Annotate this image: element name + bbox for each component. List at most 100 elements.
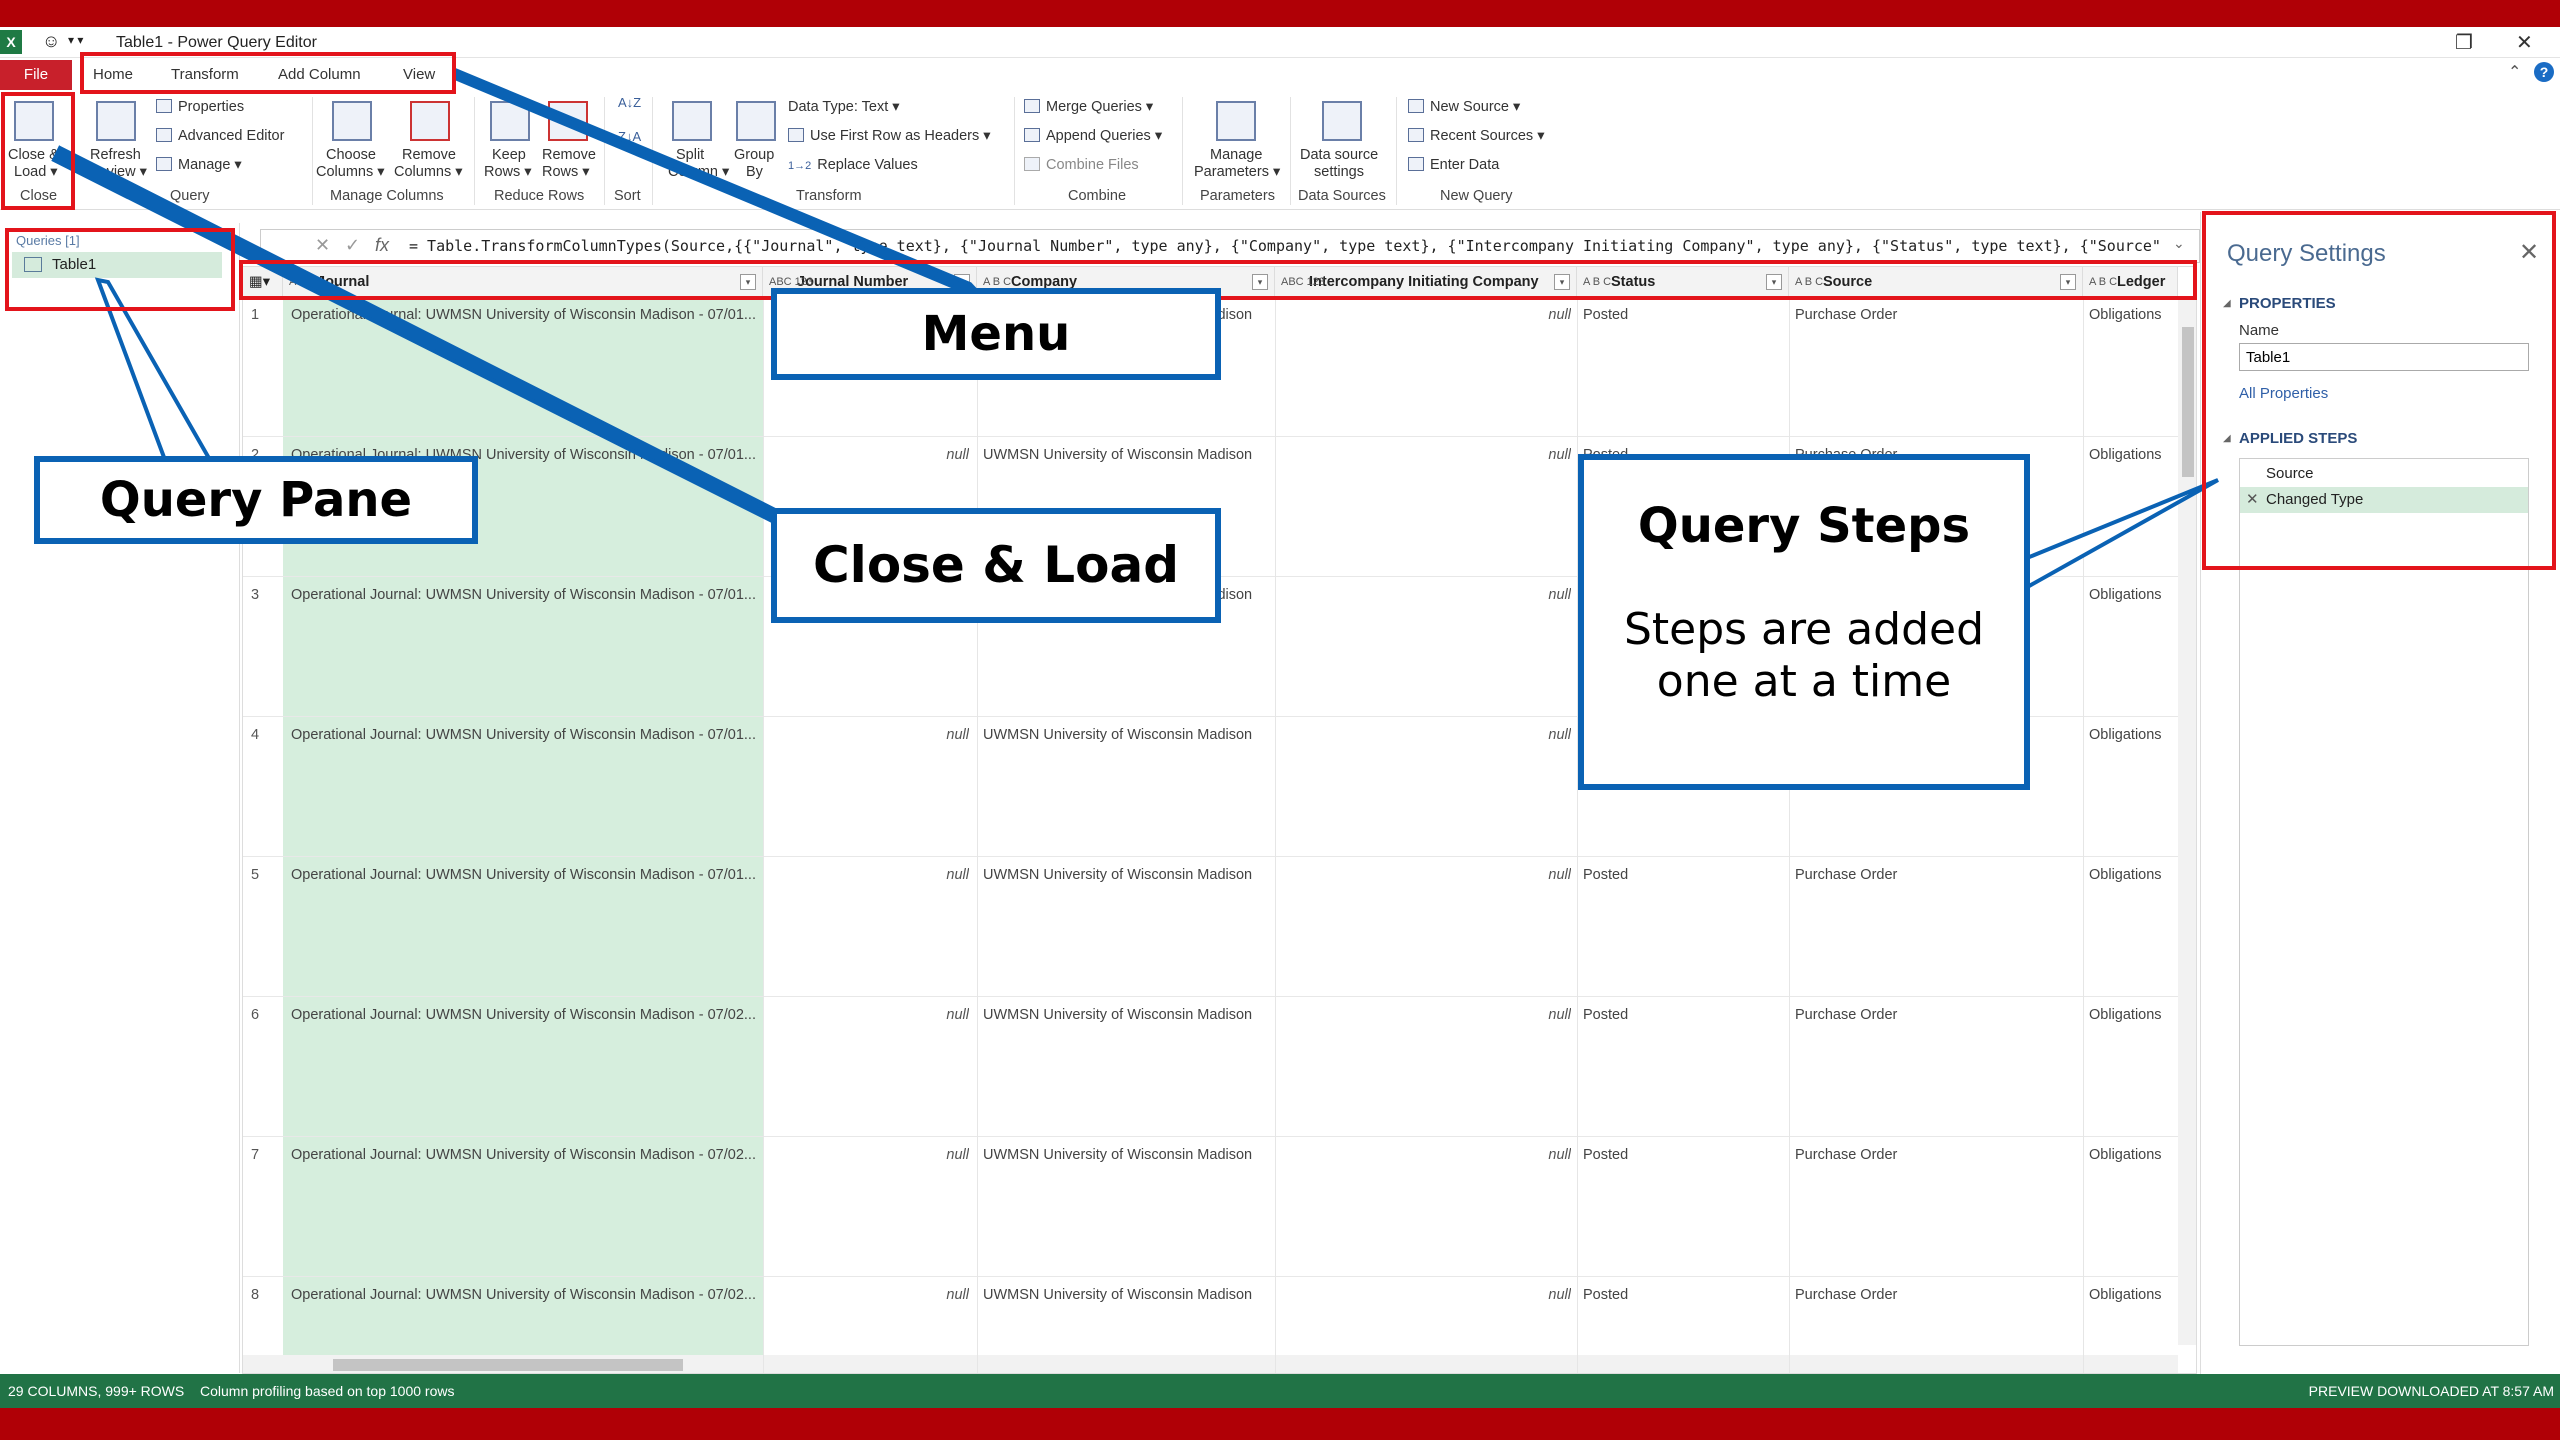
table-cell[interactable]: Operational Journal: UWMSN University of… xyxy=(291,867,759,883)
table-cell[interactable]: Operational Journal: UWMSN University of… xyxy=(291,1007,759,1023)
collapse-ribbon-icon[interactable]: ⌃ xyxy=(2508,62,2521,82)
data-source-settings-icon[interactable] xyxy=(1322,101,1362,141)
manage-button[interactable]: Manage ▾ xyxy=(156,157,242,173)
keep-rows-button[interactable]: Keep xyxy=(492,147,526,163)
profiling-status[interactable]: Column profiling based on top 1000 rows xyxy=(200,1374,455,1408)
sort-descending-icon[interactable]: Z↓A xyxy=(618,129,641,144)
table-cell[interactable]: Purchase Order xyxy=(1795,1147,2075,1163)
combine-files-button[interactable]: Combine Files xyxy=(1024,157,1139,173)
choose-columns-button-line2[interactable]: Columns ▾ xyxy=(316,164,385,180)
group-by-icon[interactable] xyxy=(736,101,776,141)
split-column-button[interactable]: Split xyxy=(676,147,704,163)
enter-data-button[interactable]: Enter Data xyxy=(1408,157,1499,173)
table-cell[interactable]: Posted xyxy=(1583,1007,1783,1023)
table-row[interactable]: 5 Operational Journal: UWMSN University o… xyxy=(243,857,2183,997)
table-cell[interactable]: Obligations xyxy=(2089,1007,2179,1023)
table-cell[interactable]: Obligations xyxy=(2089,1287,2179,1303)
remove-rows-button[interactable]: Remove xyxy=(542,147,596,163)
table-cell[interactable]: UWMSN University of Wisconsin Madison xyxy=(983,1287,1271,1303)
refresh-preview-icon[interactable] xyxy=(96,101,136,141)
horizontal-scroll-thumb[interactable] xyxy=(333,1359,683,1371)
table-cell[interactable]: Operational Journal: UWMSN University of… xyxy=(291,587,759,603)
data-type-dropdown[interactable]: Data Type: Text ▾ xyxy=(788,99,900,115)
remove-columns-button-line2[interactable]: Columns ▾ xyxy=(394,164,463,180)
choose-columns-button[interactable]: Choose xyxy=(326,147,376,163)
table-cell[interactable]: Operational Journal: UWMSN University of… xyxy=(291,1147,759,1163)
replace-values-button[interactable]: 1→2 Replace Values xyxy=(788,157,918,173)
table-cell[interactable]: null xyxy=(1281,1007,1571,1023)
expand-formula-icon[interactable]: ⌄ xyxy=(2173,235,2185,252)
advanced-editor-button[interactable]: Advanced Editor xyxy=(156,128,284,144)
smiley-feedback-icon[interactable]: ☺ xyxy=(42,31,60,52)
quick-access-dropdown-icon[interactable]: ▾ ▾ xyxy=(68,33,83,47)
table-cell[interactable]: Operational Journal: UWMSN University of… xyxy=(291,727,759,743)
manage-parameters-button-line2[interactable]: Parameters ▾ xyxy=(1194,164,1280,180)
group-by-button-line2[interactable]: By xyxy=(746,164,763,180)
choose-columns-icon[interactable] xyxy=(332,101,372,141)
confirm-formula-icon[interactable]: ✓ xyxy=(345,235,360,256)
table-cell[interactable]: UWMSN University of Wisconsin Madison xyxy=(983,447,1271,463)
table-row[interactable]: 7 Operational Journal: UWMSN University o… xyxy=(243,1137,2183,1277)
table-cell[interactable]: null xyxy=(1281,307,1571,323)
table-cell[interactable]: Posted xyxy=(1583,1287,1783,1303)
table-cell[interactable]: Posted xyxy=(1583,1147,1783,1163)
recent-sources-button[interactable]: Recent Sources ▾ xyxy=(1408,128,1544,144)
refresh-preview-button[interactable]: Refresh xyxy=(90,147,141,163)
split-column-button-line2[interactable]: Column ▾ xyxy=(668,164,729,180)
formula-input[interactable]: = Table.TransformColumnTypes(Source,{{"J… xyxy=(409,237,2164,255)
table-cell[interactable]: Obligations xyxy=(2089,587,2179,603)
remove-rows-icon[interactable] xyxy=(548,101,588,141)
tab-file[interactable]: File xyxy=(0,60,72,90)
table-cell[interactable]: UWMSN University of Wisconsin Madison xyxy=(983,867,1271,883)
table-cell[interactable]: null xyxy=(1281,1147,1571,1163)
keep-rows-icon[interactable] xyxy=(490,101,530,141)
table-cell[interactable]: Posted xyxy=(1583,867,1783,883)
table-cell[interactable]: Obligations xyxy=(2089,1147,2179,1163)
remove-rows-button-line2[interactable]: Rows ▾ xyxy=(542,164,590,180)
table-cell[interactable]: Purchase Order xyxy=(1795,1287,2075,1303)
remove-columns-icon[interactable] xyxy=(410,101,450,141)
table-cell[interactable]: null xyxy=(763,727,969,743)
merge-queries-button[interactable]: Merge Queries ▾ xyxy=(1024,99,1153,115)
new-source-button[interactable]: New Source ▾ xyxy=(1408,99,1520,115)
manage-parameters-button[interactable]: Manage xyxy=(1210,147,1262,163)
close-window-icon[interactable]: ✕ xyxy=(2516,30,2533,55)
help-icon[interactable]: ? xyxy=(2534,62,2554,82)
vertical-scrollbar[interactable] xyxy=(2178,297,2196,1345)
table-cell[interactable]: Operational Journal: UWMSN University of… xyxy=(291,307,759,323)
properties-button[interactable]: Properties xyxy=(156,99,244,115)
table-cell[interactable]: UWMSN University of Wisconsin Madison xyxy=(983,1147,1271,1163)
table-cell[interactable]: null xyxy=(763,1287,969,1303)
cancel-formula-icon[interactable]: ✕ xyxy=(315,235,330,256)
table-cell[interactable]: null xyxy=(763,867,969,883)
table-cell[interactable]: Obligations xyxy=(2089,727,2179,743)
table-cell[interactable]: Purchase Order xyxy=(1795,1007,2075,1023)
horizontal-scrollbar[interactable] xyxy=(243,1355,2178,1373)
data-source-settings-button-line2[interactable]: settings xyxy=(1314,164,1364,180)
group-by-button[interactable]: Group xyxy=(734,147,774,163)
restore-icon[interactable]: ❐ xyxy=(2455,30,2473,55)
table-cell[interactable]: UWMSN University of Wisconsin Madison xyxy=(983,1007,1271,1023)
table-cell[interactable]: null xyxy=(1281,727,1571,743)
table-cell[interactable]: Obligations xyxy=(2089,867,2179,883)
table-cell[interactable]: Purchase Order xyxy=(1795,867,2075,883)
table-row[interactable]: 6 Operational Journal: UWMSN University o… xyxy=(243,997,2183,1137)
table-cell[interactable]: null xyxy=(1281,447,1571,463)
data-source-settings-button[interactable]: Data source xyxy=(1300,147,1378,163)
table-cell[interactable]: Obligations xyxy=(2089,447,2179,463)
append-queries-button[interactable]: Append Queries ▾ xyxy=(1024,128,1162,144)
table-cell[interactable]: Posted xyxy=(1583,307,1783,323)
table-cell[interactable]: null xyxy=(1281,867,1571,883)
table-cell[interactable]: null xyxy=(1281,587,1571,603)
sort-ascending-icon[interactable]: A↓Z xyxy=(618,95,641,110)
table-cell[interactable]: UWMSN University of Wisconsin Madison xyxy=(983,727,1271,743)
table-cell[interactable]: null xyxy=(763,447,969,463)
table-cell[interactable]: Operational Journal: UWMSN University of… xyxy=(291,1287,759,1303)
refresh-preview-button-line2[interactable]: Preview ▾ xyxy=(84,164,147,180)
keep-rows-button-line2[interactable]: Rows ▾ xyxy=(484,164,532,180)
table-cell[interactable]: null xyxy=(1281,1287,1571,1303)
table-cell[interactable]: null xyxy=(763,1007,969,1023)
table-cell[interactable]: Obligations xyxy=(2089,307,2179,323)
split-column-icon[interactable] xyxy=(672,101,712,141)
use-first-row-button[interactable]: Use First Row as Headers ▾ xyxy=(788,128,991,144)
